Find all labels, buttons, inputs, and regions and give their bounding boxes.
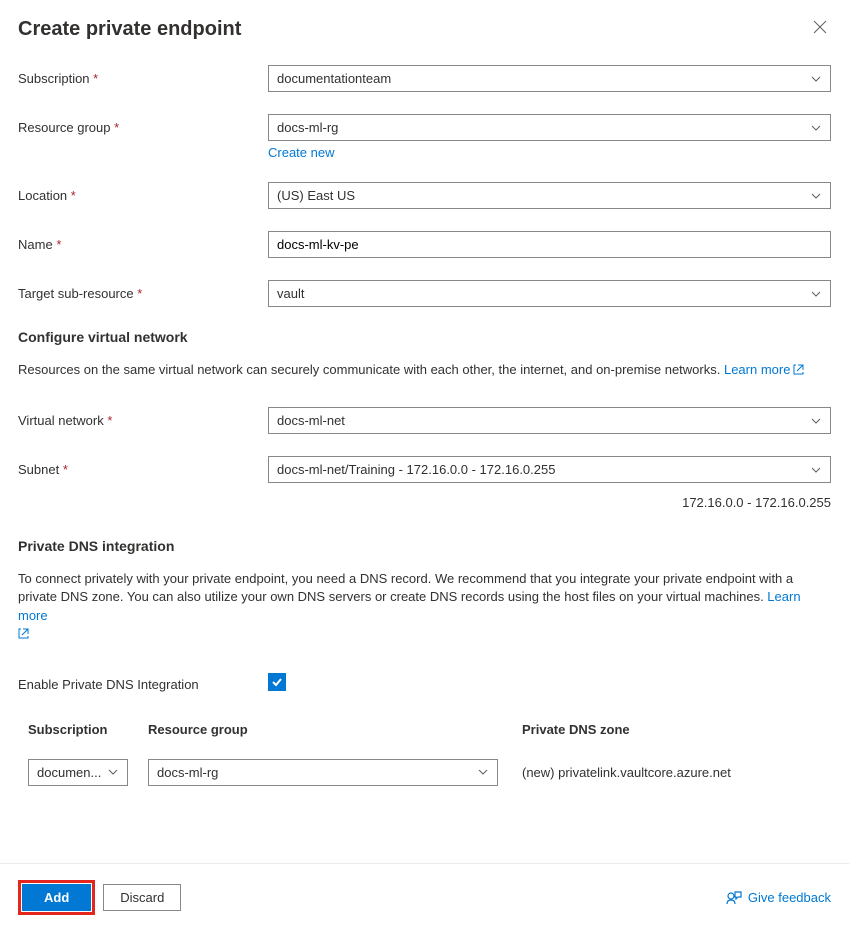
subnet-value: docs-ml-net/Training - 172.16.0.0 - 172.… [277, 462, 555, 477]
create-new-link[interactable]: Create new [268, 145, 334, 160]
location-dropdown[interactable]: (US) East US [268, 182, 831, 209]
dns-resource-group-value: docs-ml-rg [157, 765, 218, 780]
chevron-down-icon [107, 766, 119, 778]
subnet-label: Subnet * [18, 456, 268, 477]
virtual-network-dropdown[interactable]: docs-ml-net [268, 407, 831, 434]
subscription-value: documentationteam [277, 71, 391, 86]
add-button[interactable]: Add [22, 884, 91, 911]
target-sub-resource-dropdown[interactable]: vault [268, 280, 831, 307]
chevron-down-icon [810, 190, 822, 202]
subnet-range-text: 172.16.0.0 - 172.16.0.255 [18, 495, 831, 510]
dns-zone-value: (new) privatelink.vaultcore.azure.net [522, 765, 831, 780]
feedback-label: Give feedback [748, 890, 831, 905]
discard-button[interactable]: Discard [103, 884, 181, 911]
page-title: Create private endpoint [18, 18, 241, 41]
dns-table-row: documen... docs-ml-rg (new) privatelink.… [28, 759, 831, 786]
chevron-down-icon [810, 122, 822, 134]
vnet-section-title: Configure virtual network [18, 329, 831, 345]
virtual-network-label: Virtual network * [18, 407, 268, 428]
external-link-icon [793, 364, 804, 375]
check-icon [270, 675, 284, 689]
dns-header-zone: Private DNS zone [522, 722, 831, 737]
dns-table-header: Subscription Resource group Private DNS … [28, 722, 831, 737]
subscription-dropdown[interactable]: documentationteam [268, 65, 831, 92]
give-feedback-link[interactable]: Give feedback [726, 890, 831, 906]
enable-dns-label: Enable Private DNS Integration [18, 671, 268, 692]
chevron-down-icon [477, 766, 489, 778]
target-sub-resource-value: vault [277, 286, 304, 301]
chevron-down-icon [810, 415, 822, 427]
dns-header-subscription: Subscription [28, 722, 148, 737]
enable-dns-checkbox[interactable] [268, 673, 286, 691]
dns-resource-group-dropdown[interactable]: docs-ml-rg [148, 759, 498, 786]
dns-header-resource-group: Resource group [148, 722, 522, 737]
name-label: Name * [18, 231, 268, 252]
close-icon [813, 20, 827, 34]
target-sub-resource-label: Target sub-resource * [18, 280, 268, 301]
resource-group-value: docs-ml-rg [277, 120, 338, 135]
resource-group-dropdown[interactable]: docs-ml-rg [268, 114, 831, 141]
subnet-dropdown[interactable]: docs-ml-net/Training - 172.16.0.0 - 172.… [268, 456, 831, 483]
chevron-down-icon [810, 73, 822, 85]
dns-section-desc: To connect privately with your private e… [18, 570, 831, 643]
external-link-icon [18, 628, 29, 639]
chevron-down-icon [810, 288, 822, 300]
vnet-learn-more-link[interactable]: Learn more [724, 362, 804, 377]
dns-subscription-dropdown[interactable]: documen... [28, 759, 128, 786]
location-value: (US) East US [277, 188, 355, 203]
location-label: Location * [18, 182, 268, 203]
subscription-label: Subscription * [18, 65, 268, 86]
chevron-down-icon [810, 464, 822, 476]
close-button[interactable] [809, 16, 831, 43]
add-button-highlight: Add [18, 880, 95, 915]
virtual-network-value: docs-ml-net [277, 413, 345, 428]
feedback-icon [726, 890, 742, 906]
name-input[interactable] [268, 231, 831, 258]
dns-section-title: Private DNS integration [18, 538, 831, 554]
dns-subscription-value: documen... [37, 765, 101, 780]
vnet-section-desc: Resources on the same virtual network ca… [18, 361, 831, 379]
resource-group-label: Resource group * [18, 114, 268, 135]
